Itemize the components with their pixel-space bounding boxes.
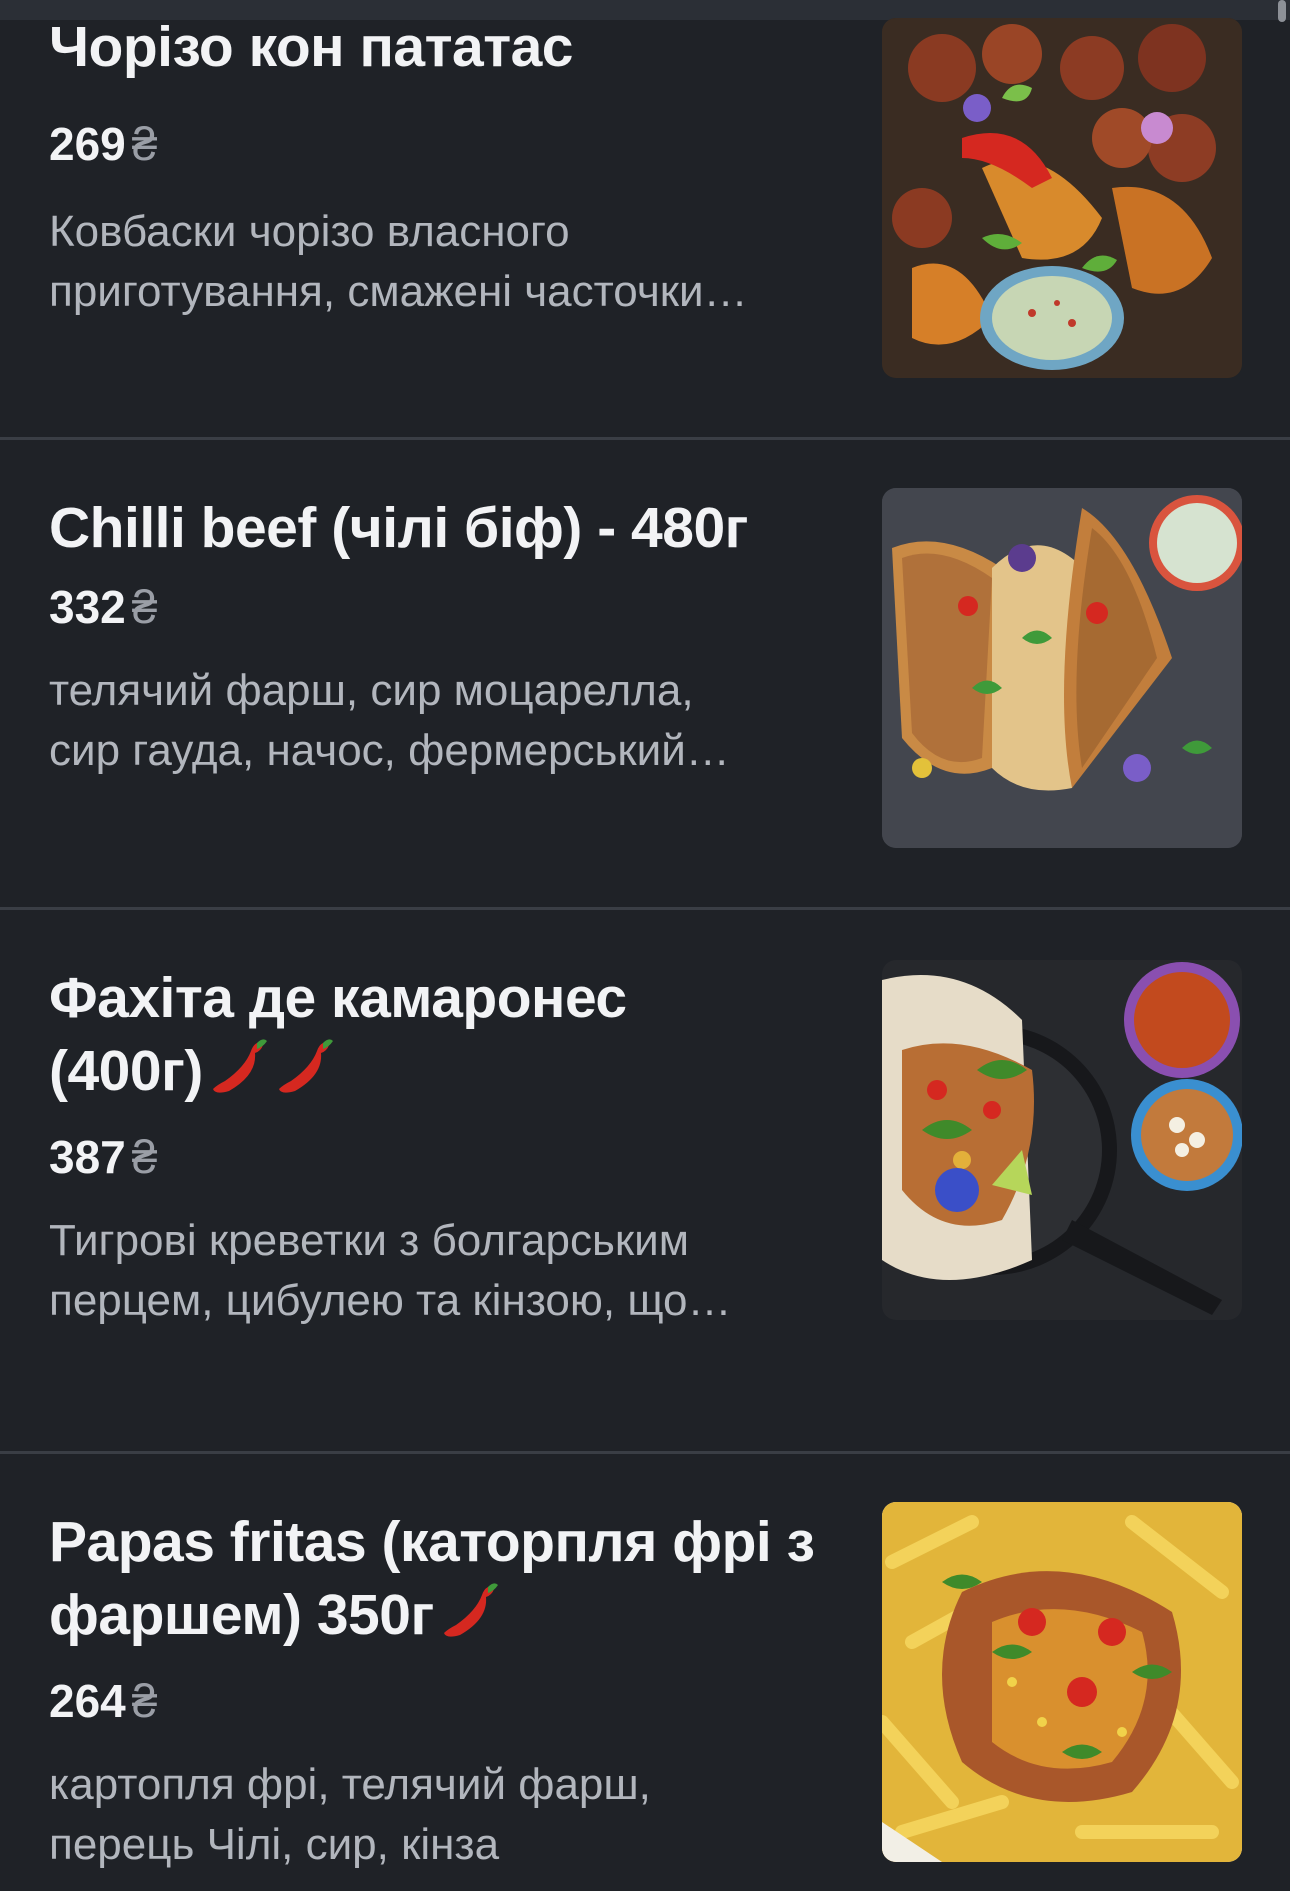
description-line: сир гауда, начос, фермерський… xyxy=(49,726,730,775)
quesadilla-photo[interactable] xyxy=(882,488,1242,848)
title-line: Papas fritas (каторпля фрі з xyxy=(49,1510,815,1574)
currency-symbol: ₴ xyxy=(131,118,158,170)
description-line: приготування, смажені часточки… xyxy=(49,267,748,316)
menu-item-description: Ковбаски чорізо власного приготування, с… xyxy=(49,202,839,322)
menu-item-title: Фахіта де камаронес (400г) xyxy=(49,962,849,1115)
menu-item-price: 264 ₴ xyxy=(49,1673,849,1729)
chili-pepper-icon xyxy=(273,1035,335,1115)
chorizo-potatoes-photo[interactable] xyxy=(882,18,1242,378)
description-line: телячий фарш, сир моцарелла, xyxy=(49,666,694,715)
menu-item-title: Chilli beef (чілі біф) - 480г xyxy=(49,496,748,560)
divider xyxy=(0,1451,1290,1454)
price-value: 264 xyxy=(49,1675,126,1727)
fajita-pan-photo[interactable] xyxy=(882,960,1242,1320)
menu-item-info: Чорізо кон пататас 269 ₴ Ковбаски чорізо … xyxy=(49,15,849,322)
menu-item-price: 269 ₴ xyxy=(49,116,849,172)
title-line-text: (400г) xyxy=(49,1039,203,1104)
photo-illustration xyxy=(882,18,1242,378)
menu-item-description: телячий фарш, сир моцарелла, сир гауда, … xyxy=(49,661,839,781)
title-line-text: фаршем) 350г xyxy=(49,1583,434,1648)
loaded-fries-photo[interactable] xyxy=(882,1502,1242,1862)
menu-item-title: Чорізо кон пататас xyxy=(49,15,574,79)
currency-symbol: ₴ xyxy=(131,1675,158,1727)
photo-illustration xyxy=(882,1502,1242,1862)
menu-item-title: Papas fritas (каторпля фрі з фаршем) 350… xyxy=(49,1506,849,1659)
description-line: Ковбаски чорізо власного xyxy=(49,207,570,256)
price-value: 269 xyxy=(49,118,126,170)
menu-item-info: Chilli beef (чілі біф) - 480г 332 ₴ теляч… xyxy=(49,492,849,781)
menu-item-info: Фахіта де камаронес (400г) 387 ₴ Тигрові … xyxy=(49,962,849,1331)
scrollbar[interactable] xyxy=(1278,0,1286,22)
menu-item-description: картопля фрі, телячий фарш, перець Чілі,… xyxy=(49,1755,839,1875)
description-line: картопля фрі, телячий фарш, xyxy=(49,1760,651,1809)
divider xyxy=(0,907,1290,910)
currency-symbol: ₴ xyxy=(131,1131,158,1183)
menu-item-price: 387 ₴ xyxy=(49,1129,849,1185)
menu-item-price: 332 ₴ xyxy=(49,579,849,635)
divider xyxy=(0,437,1290,440)
chili-pepper-icon xyxy=(207,1035,269,1115)
photo-illustration xyxy=(882,488,1242,848)
currency-symbol: ₴ xyxy=(131,581,158,633)
chili-pepper-icon xyxy=(438,1579,500,1659)
title-line: Фахіта де камаронес xyxy=(49,966,627,1030)
title-line: (400г) xyxy=(49,1035,849,1115)
title-line: фаршем) 350г xyxy=(49,1579,849,1659)
photo-illustration xyxy=(882,960,1242,1320)
description-line: перець Чілі, сир, кінза xyxy=(49,1820,500,1869)
price-value: 387 xyxy=(49,1131,126,1183)
price-value: 332 xyxy=(49,581,126,633)
menu-item-description: Тигрові креветки з болгарським перцем, ц… xyxy=(49,1211,839,1331)
description-line: Тигрові креветки з болгарським xyxy=(49,1216,689,1265)
description-line: перцем, цибулею та кінзою, що… xyxy=(49,1276,732,1325)
menu-item-info: Papas fritas (каторпля фрі з фаршем) 350… xyxy=(49,1506,849,1875)
